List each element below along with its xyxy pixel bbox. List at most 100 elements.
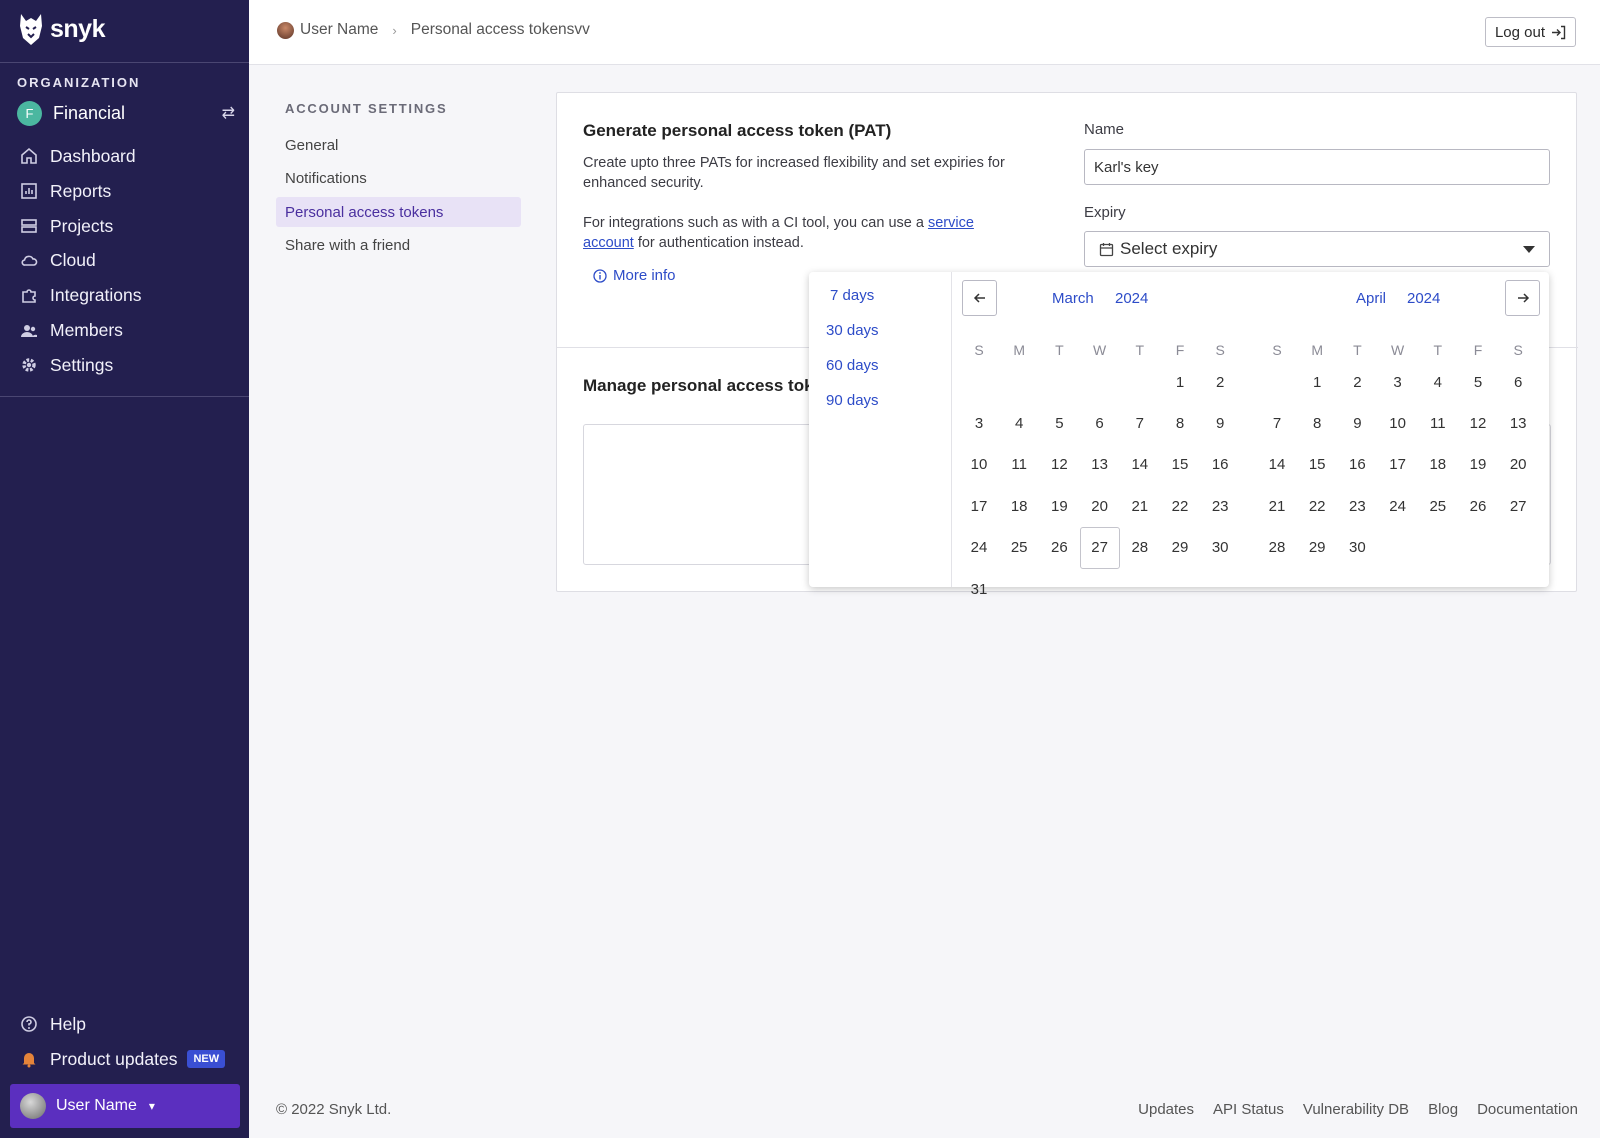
- footer-link-updates[interactable]: Updates: [1138, 1101, 1194, 1118]
- calendar-day[interactable]: 13: [1080, 444, 1120, 486]
- snyk-logo[interactable]: snyk: [18, 12, 105, 46]
- calendar-day[interactable]: 14: [1257, 444, 1297, 486]
- calendar-day[interactable]: 29: [1297, 527, 1337, 569]
- month-name[interactable]: April: [1356, 290, 1386, 307]
- calendar-day[interactable]: 27: [1498, 485, 1538, 527]
- calendar-day[interactable]: 2: [1337, 361, 1377, 403]
- prev-month-button[interactable]: [962, 280, 997, 316]
- logout-button[interactable]: Log out: [1484, 17, 1576, 47]
- preset-30-days[interactable]: 30 days: [826, 322, 879, 339]
- calendar-day[interactable]: 20: [1080, 485, 1120, 527]
- calendar-day[interactable]: 1: [1160, 361, 1200, 403]
- calendar-day[interactable]: 8: [1160, 402, 1200, 444]
- calendar-day[interactable]: 16: [1200, 444, 1240, 486]
- calendar-day[interactable]: 22: [1297, 485, 1337, 527]
- name-input[interactable]: [1084, 149, 1550, 185]
- calendar-day[interactable]: 11: [999, 444, 1039, 486]
- footer-link-blog[interactable]: Blog: [1428, 1101, 1458, 1118]
- month-name[interactable]: March: [1052, 290, 1094, 307]
- calendar-day[interactable]: 14: [1120, 444, 1160, 486]
- calendar-day[interactable]: 12: [1039, 444, 1079, 486]
- calendar-day[interactable]: 6: [1498, 361, 1538, 403]
- calendar-day[interactable]: 10: [959, 444, 999, 486]
- user-menu[interactable]: User Name ▾: [10, 1084, 240, 1128]
- sidebar-item-projects[interactable]: Projects: [20, 212, 240, 240]
- footer-link-api-status[interactable]: API Status: [1213, 1101, 1284, 1118]
- footer-link-documentation[interactable]: Documentation: [1477, 1101, 1578, 1118]
- preset-90-days[interactable]: 90 days: [826, 392, 879, 409]
- settings-nav-notifications[interactable]: Notifications: [276, 163, 521, 193]
- note-text: for authentication instead.: [633, 235, 804, 251]
- calendar-day[interactable]: 26: [1458, 485, 1498, 527]
- calendar-day[interactable]: 5: [1458, 361, 1498, 403]
- calendar-day[interactable]: 18: [999, 485, 1039, 527]
- swap-arrows-icon[interactable]: ⇄: [222, 103, 235, 123]
- footer-link-vulnerability-db[interactable]: Vulnerability DB: [1303, 1101, 1409, 1118]
- calendar-day[interactable]: 23: [1200, 485, 1240, 527]
- breadcrumb-user[interactable]: User Name: [300, 21, 378, 39]
- sidebar-item-settings[interactable]: Settings: [20, 351, 240, 379]
- calendar-day[interactable]: 2: [1200, 361, 1240, 403]
- calendar-day[interactable]: 24: [959, 527, 999, 569]
- calendar-day[interactable]: 12: [1458, 402, 1498, 444]
- calendar-day[interactable]: 9: [1337, 402, 1377, 444]
- calendar-day[interactable]: 29: [1160, 527, 1200, 569]
- calendar-day[interactable]: 21: [1257, 485, 1297, 527]
- calendar-day[interactable]: 7: [1257, 402, 1297, 444]
- sidebar-item-product-updates[interactable]: Product updates NEW: [20, 1045, 240, 1073]
- calendar-day[interactable]: 17: [1378, 444, 1418, 486]
- calendar-day[interactable]: 25: [999, 527, 1039, 569]
- preset-7-days[interactable]: 7 days: [830, 287, 874, 304]
- sidebar-item-integrations[interactable]: Integrations: [20, 281, 240, 309]
- calendar-day[interactable]: 6: [1080, 402, 1120, 444]
- settings-nav-general[interactable]: General: [276, 130, 521, 160]
- org-switcher[interactable]: F Financial ⇄: [17, 100, 235, 126]
- calendar-day[interactable]: 11: [1418, 402, 1458, 444]
- calendar-day[interactable]: 23: [1337, 485, 1377, 527]
- calendar-day[interactable]: 15: [1297, 444, 1337, 486]
- settings-nav-share[interactable]: Share with a friend: [276, 230, 521, 260]
- month-year[interactable]: 2024: [1407, 290, 1440, 307]
- settings-nav-personal-access-tokens[interactable]: Personal access tokens: [276, 197, 521, 227]
- calendar-day[interactable]: 15: [1160, 444, 1200, 486]
- calendar-day[interactable]: 26: [1039, 527, 1079, 569]
- calendar-day[interactable]: 1: [1297, 361, 1337, 403]
- calendar-day[interactable]: 20: [1498, 444, 1538, 486]
- expiry-select[interactable]: Select expiry: [1084, 231, 1550, 267]
- calendar-day[interactable]: 19: [1458, 444, 1498, 486]
- calendar-day[interactable]: 25: [1418, 485, 1458, 527]
- calendar-day[interactable]: 30: [1200, 527, 1240, 569]
- calendar-day[interactable]: 5: [1039, 402, 1079, 444]
- calendar-day[interactable]: 7: [1120, 402, 1160, 444]
- calendar-day[interactable]: 10: [1378, 402, 1418, 444]
- more-info-link[interactable]: More info: [593, 267, 676, 284]
- sidebar-item-reports[interactable]: Reports: [20, 177, 240, 205]
- sidebar-item-members[interactable]: Members: [20, 316, 240, 344]
- calendar-day[interactable]: 8: [1297, 402, 1337, 444]
- calendar-day[interactable]: 16: [1337, 444, 1377, 486]
- calendar-day[interactable]: 21: [1120, 485, 1160, 527]
- brand-name: snyk: [50, 14, 105, 43]
- calendar-day[interactable]: 28: [1120, 527, 1160, 569]
- calendar-day[interactable]: 22: [1160, 485, 1200, 527]
- calendar-day[interactable]: 4: [999, 402, 1039, 444]
- calendar-day[interactable]: 3: [959, 402, 999, 444]
- calendar-day[interactable]: 17: [959, 485, 999, 527]
- month-year[interactable]: 2024: [1115, 290, 1148, 307]
- calendar-day[interactable]: 28: [1257, 527, 1297, 569]
- sidebar-item-cloud[interactable]: Cloud: [20, 246, 240, 274]
- calendar-day[interactable]: 9: [1200, 402, 1240, 444]
- sidebar-item-dashboard[interactable]: Dashboard: [20, 142, 240, 170]
- calendar-day[interactable]: 13: [1498, 402, 1538, 444]
- next-month-button[interactable]: [1505, 280, 1540, 316]
- calendar-day-today[interactable]: 27: [1079, 526, 1120, 569]
- calendar-day[interactable]: 30: [1337, 527, 1377, 569]
- calendar-day[interactable]: 19: [1039, 485, 1079, 527]
- calendar-day[interactable]: 24: [1378, 485, 1418, 527]
- calendar-day[interactable]: 18: [1418, 444, 1458, 486]
- calendar-day[interactable]: 31: [959, 568, 999, 610]
- calendar-day[interactable]: 4: [1418, 361, 1458, 403]
- preset-60-days[interactable]: 60 days: [826, 357, 879, 374]
- calendar-day[interactable]: 3: [1378, 361, 1418, 403]
- sidebar-item-help[interactable]: Help: [20, 1010, 240, 1038]
